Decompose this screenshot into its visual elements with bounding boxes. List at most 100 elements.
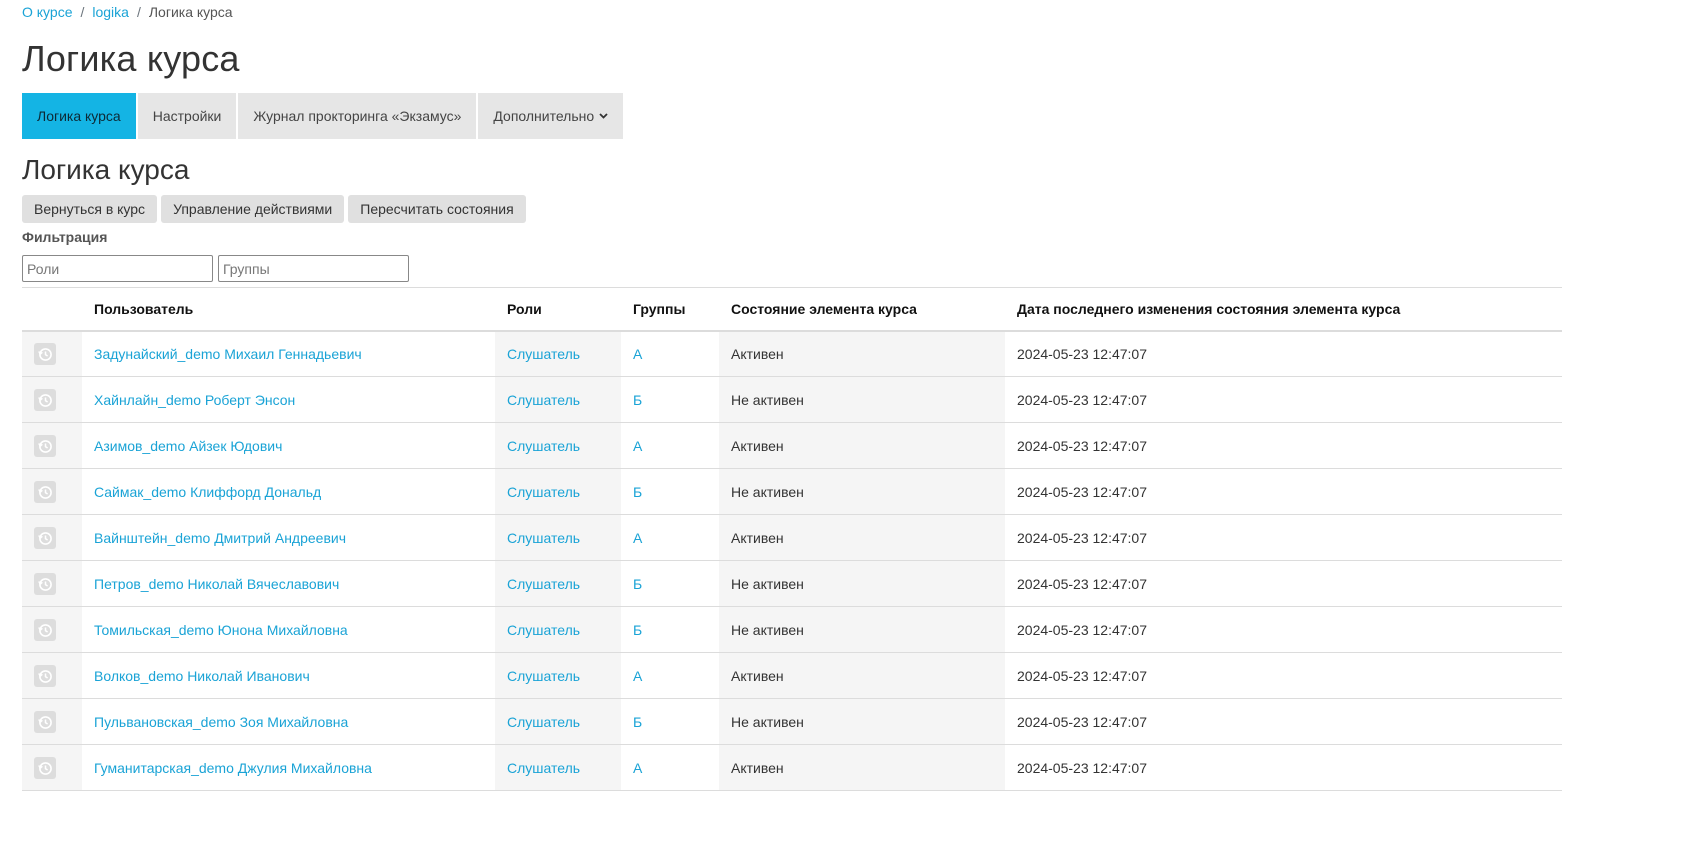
role-cell: Слушатель: [495, 652, 621, 699]
state-cell: Не активен: [719, 698, 1005, 745]
roles-filter-input[interactable]: [22, 255, 213, 282]
role-cell: Слушатель: [495, 698, 621, 745]
user-link[interactable]: Саймак_demo Клиффорд Дональд: [94, 484, 321, 500]
user-cell: Гуманитарская_demo Джулия Михайловна: [82, 744, 495, 791]
page-title: Логика курса: [22, 38, 240, 79]
header-date[interactable]: Дата последнего изменения состояния элем…: [1005, 287, 1562, 332]
role-link[interactable]: Слушатель: [507, 484, 580, 500]
header-state[interactable]: Состояние элемента курса: [719, 287, 1005, 332]
users-table-container: Пользователь Роли Группы Состояние элеме…: [22, 287, 1562, 791]
user-link[interactable]: Азимов_demo Айзек Юдович: [94, 438, 282, 454]
date-cell: 2024-05-23 12:47:07: [1005, 422, 1562, 469]
user-cell: Задунайский_demo Михаил Геннадьевич: [82, 330, 495, 377]
date-cell: 2024-05-23 12:47:07: [1005, 744, 1562, 791]
role-link[interactable]: Слушатель: [507, 438, 580, 454]
tab-course-logic[interactable]: Логика курса: [22, 93, 136, 139]
group-link[interactable]: А: [633, 668, 642, 684]
user-link[interactable]: Томильская_demo Юнона Михайловна: [94, 622, 348, 638]
group-cell: Б: [621, 606, 719, 653]
user-link[interactable]: Пульвановская_demo Зоя Михайловна: [94, 714, 348, 730]
group-cell: Б: [621, 468, 719, 515]
row-icon-cell: [22, 468, 82, 515]
user-link[interactable]: Задунайский_demo Михаил Геннадьевич: [94, 346, 362, 362]
table-row: Саймак_demo Клиффорд Дональд Слушатель Б Не…: [22, 468, 1562, 515]
group-link[interactable]: Б: [633, 714, 642, 730]
user-link[interactable]: Петров_demo Николай Вячеславович: [94, 576, 339, 592]
user-cell: Вайнштейн_demo Дмитрий Андреевич: [82, 514, 495, 561]
tab-bar: Логика курса Настройки Журнал прокторинг…: [22, 93, 625, 139]
user-link[interactable]: Хайнлайн_demo Роберт Энсон: [94, 392, 295, 408]
role-link[interactable]: Слушатель: [507, 668, 580, 684]
row-icon-cell: [22, 376, 82, 423]
history-clock-icon[interactable]: [34, 434, 56, 457]
role-link[interactable]: Слушатель: [507, 530, 580, 546]
state-cell: Не активен: [719, 468, 1005, 515]
history-clock-icon[interactable]: [34, 664, 56, 687]
history-clock-icon[interactable]: [34, 756, 56, 779]
group-link[interactable]: А: [633, 760, 642, 776]
role-cell: Слушатель: [495, 330, 621, 377]
group-link[interactable]: Б: [633, 392, 642, 408]
tab-settings[interactable]: Настройки: [137, 93, 237, 139]
history-clock-icon[interactable]: [34, 710, 56, 733]
groups-filter-input[interactable]: [218, 255, 409, 282]
state-cell: Активен: [719, 330, 1005, 377]
history-clock-icon[interactable]: [34, 572, 56, 595]
history-clock-icon[interactable]: [34, 480, 56, 503]
tab-label: Дополнительно: [493, 108, 595, 124]
filter-inputs: [22, 255, 414, 282]
user-cell: Волков_demo Николай Иванович: [82, 652, 495, 699]
group-cell: Б: [621, 376, 719, 423]
role-link[interactable]: Слушатель: [507, 392, 580, 408]
user-cell: Азимов_demo Айзек Юдович: [82, 422, 495, 469]
role-link[interactable]: Слушатель: [507, 346, 580, 362]
users-table: Пользователь Роли Группы Состояние элеме…: [22, 287, 1562, 791]
role-link[interactable]: Слушатель: [507, 760, 580, 776]
chevron-down-icon: [599, 111, 608, 122]
date-cell: 2024-05-23 12:47:07: [1005, 330, 1562, 377]
table-row: Вайнштейн_demo Дмитрий Андреевич Слушател…: [22, 514, 1562, 561]
group-cell: А: [621, 330, 719, 377]
header-groups[interactable]: Группы: [621, 287, 719, 332]
role-cell: Слушатель: [495, 560, 621, 607]
manage-actions-button[interactable]: Управление действиями: [161, 195, 345, 223]
group-link[interactable]: А: [633, 346, 642, 362]
group-link[interactable]: Б: [633, 622, 642, 638]
header-user[interactable]: Пользователь: [82, 287, 495, 332]
tab-proctoring-log[interactable]: Журнал прокторинга «Экзамус»: [238, 93, 477, 139]
group-link[interactable]: А: [633, 530, 642, 546]
role-cell: Слушатель: [495, 468, 621, 515]
row-icon-cell: [22, 606, 82, 653]
group-link[interactable]: Б: [633, 484, 642, 500]
row-icon-cell: [22, 652, 82, 699]
history-clock-icon[interactable]: [34, 388, 56, 411]
section-title: Логика курса: [22, 154, 190, 185]
role-link[interactable]: Слушатель: [507, 622, 580, 638]
breadcrumb-separator: /: [80, 4, 85, 20]
history-clock-icon[interactable]: [34, 618, 56, 641]
recalculate-states-button[interactable]: Пересчитать состояния: [348, 195, 526, 223]
group-link[interactable]: Б: [633, 576, 642, 592]
breadcrumb-item-logika[interactable]: logika: [92, 4, 129, 20]
state-cell: Не активен: [719, 376, 1005, 423]
state-cell: Активен: [719, 652, 1005, 699]
role-link[interactable]: Слушатель: [507, 714, 580, 730]
user-link[interactable]: Волков_demo Николай Иванович: [94, 668, 310, 684]
table-row: Томильская_demo Юнона Михайловна Слушател…: [22, 606, 1562, 653]
breadcrumb: О курсе / logika / Логика курса: [22, 4, 233, 20]
tab-more-dropdown[interactable]: Дополнительно: [478, 93, 624, 139]
role-cell: Слушатель: [495, 744, 621, 791]
user-cell: Хайнлайн_demo Роберт Энсон: [82, 376, 495, 423]
history-clock-icon[interactable]: [34, 526, 56, 549]
user-link[interactable]: Гуманитарская_demo Джулия Михайловна: [94, 760, 372, 776]
breadcrumb-item-course[interactable]: О курсе: [22, 4, 72, 20]
history-clock-icon[interactable]: [34, 342, 56, 365]
user-link[interactable]: Вайнштейн_demo Дмитрий Андреевич: [94, 530, 346, 546]
back-to-course-button[interactable]: Вернуться в курс: [22, 195, 158, 223]
role-cell: Слушатель: [495, 376, 621, 423]
header-roles[interactable]: Роли: [495, 287, 621, 332]
user-cell: Саймак_demo Клиффорд Дональд: [82, 468, 495, 515]
role-link[interactable]: Слушатель: [507, 576, 580, 592]
user-cell: Петров_demo Николай Вячеславович: [82, 560, 495, 607]
group-link[interactable]: А: [633, 438, 642, 454]
